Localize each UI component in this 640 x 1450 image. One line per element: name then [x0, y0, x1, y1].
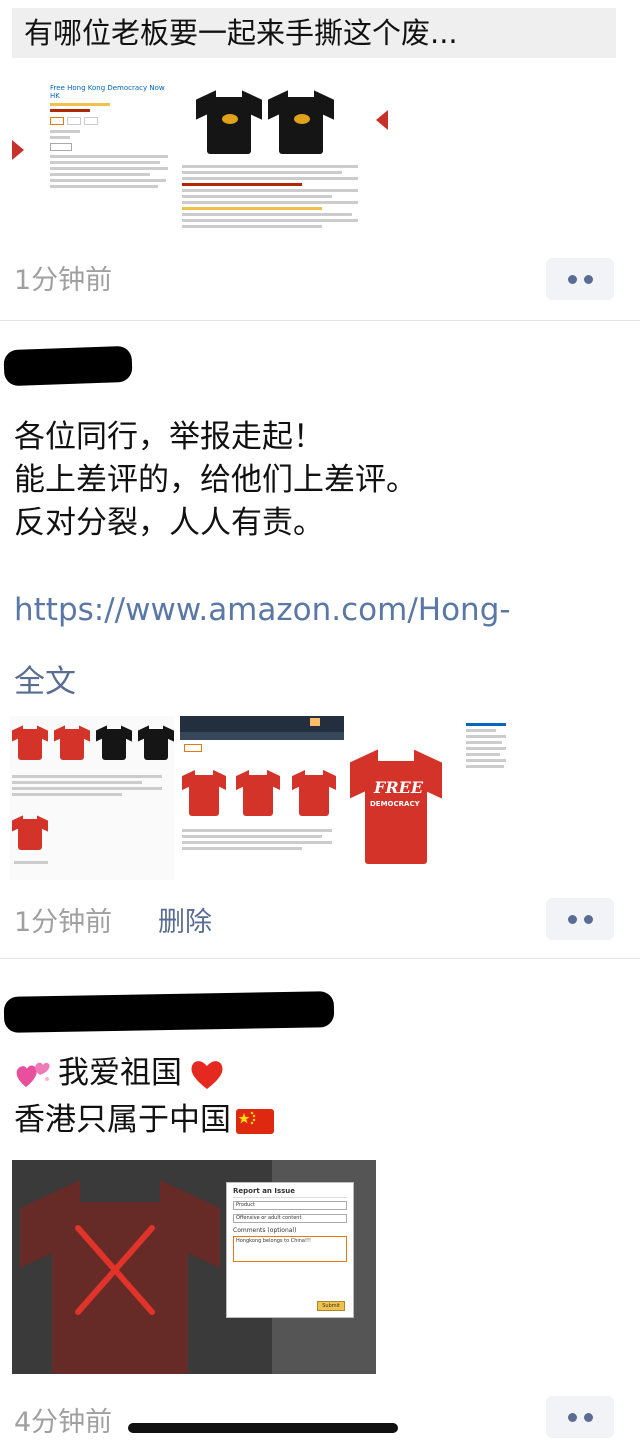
red-heart-icon	[191, 1060, 223, 1089]
product-listing-thumbnail[interactable]: Free Hong Kong Democracy Now HK	[46, 78, 372, 248]
more-dots-icon[interactable]	[546, 258, 614, 300]
post-line: 反对分裂，人人有责。	[14, 505, 324, 541]
post-body-text: 我爱祖国 香港只属于中国	[14, 1052, 275, 1142]
post-divider	[0, 320, 640, 321]
report-issue-dialog: Report an Issue Product Offensive or adu…	[226, 1182, 354, 1318]
post-body-text: 各位同行，举报走起！ 能上差评的，给他们上差评。 反对分裂，人人有责。	[14, 416, 417, 545]
listing-title: Free Hong Kong Democracy Now HK	[50, 84, 165, 100]
report-reason-select[interactable]: Offensive or adult content	[233, 1214, 347, 1223]
delete-button[interactable]: 删除	[158, 900, 212, 939]
post-divider	[0, 958, 640, 959]
free-democracy-shirt-image[interactable]: FREE DEMOCRACY	[348, 716, 512, 880]
post-line: 能上差评的，给他们上差评。	[14, 462, 417, 498]
search-results-image[interactable]	[180, 716, 344, 880]
china-flag-icon	[236, 1108, 274, 1134]
more-dots-icon[interactable]	[546, 1396, 614, 1438]
black-tshirt-image	[268, 88, 334, 154]
report-type-select[interactable]: Product	[233, 1201, 347, 1210]
post-timestamp: 4分钟前	[14, 1407, 113, 1438]
post-line: 我爱祖国	[58, 1055, 182, 1091]
amazon-link[interactable]: https://www.amazon.com/Hong-	[14, 592, 511, 628]
shirt-grid-image[interactable]	[10, 716, 174, 880]
post-line: 各位同行，举报走起！	[14, 419, 324, 455]
black-tshirt-image	[196, 88, 262, 154]
full-text-link[interactable]: 全文	[14, 656, 76, 701]
carousel-prev-icon	[12, 140, 24, 160]
shirt-free-text: FREE	[374, 778, 424, 797]
post-line: 香港只属于中国	[14, 1102, 231, 1138]
redacted-username	[3, 345, 133, 387]
dialog-title: Report an Issue	[233, 1187, 347, 1198]
submit-button[interactable]: Submit	[317, 1301, 345, 1311]
more-dots-icon[interactable]	[546, 898, 614, 940]
carousel-next-icon	[376, 110, 388, 130]
red-x-icon	[75, 1225, 155, 1315]
redacted-username	[3, 991, 335, 1033]
sparkling-hearts-icon	[16, 1062, 50, 1087]
shared-article-title[interactable]: 有哪位老板要一起来手撕这个废...	[12, 8, 616, 58]
comment-textarea[interactable]: Hongkong belongs to China!!!	[233, 1236, 347, 1262]
comment-label: Comments (optional)	[233, 1227, 297, 1234]
post-timestamp: 1分钟前	[14, 907, 113, 938]
home-indicator[interactable]	[128, 1423, 398, 1433]
post-timestamp: 1分钟前	[14, 265, 113, 296]
moment-post-1: 有哪位老板要一起来手撕这个废... Free Hong Kong Democra…	[0, 0, 640, 318]
shirt-democracy-text: DEMOCRACY	[370, 800, 420, 808]
